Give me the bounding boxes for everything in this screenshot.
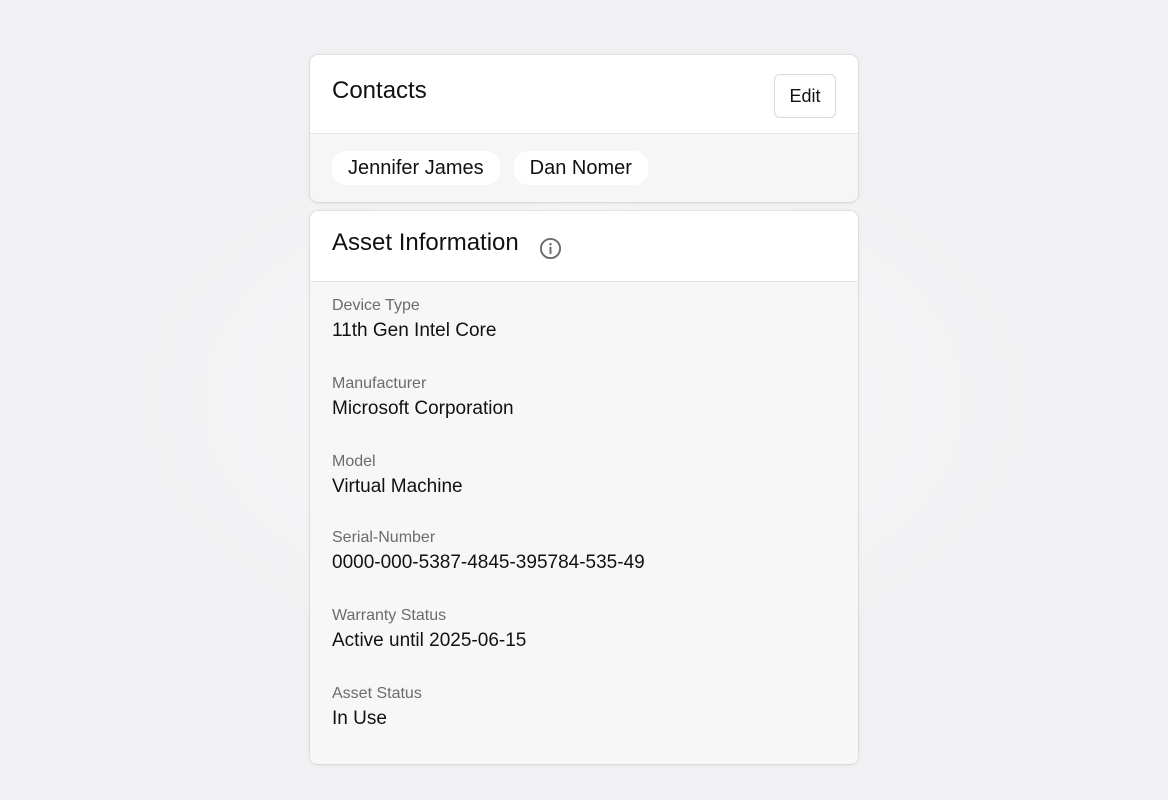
contacts-card: Contacts Edit Jennifer James Dan Nomer bbox=[310, 55, 858, 202]
field-label: Model bbox=[332, 453, 376, 470]
field-manufacturer: Manufacturer Microsoft Corporation bbox=[332, 374, 836, 452]
asset-information-card: Asset Information Device Type 11th Gen I… bbox=[310, 211, 858, 764]
field-asset-status: Asset Status In Use bbox=[332, 684, 836, 760]
field-device-type: Device Type 11th Gen Intel Core bbox=[332, 296, 836, 374]
contact-chip[interactable]: Jennifer James bbox=[332, 151, 500, 185]
edit-button[interactable]: Edit bbox=[774, 74, 836, 118]
field-serial-number: Serial-Number 0000-000-5387-4845-395784-… bbox=[332, 528, 836, 606]
asset-title: Asset Information bbox=[332, 229, 519, 256]
contacts-header: Contacts Edit bbox=[310, 55, 858, 134]
asset-header: Asset Information bbox=[310, 211, 858, 282]
field-label: Serial-Number bbox=[332, 529, 436, 546]
asset-fields: Device Type 11th Gen Intel Core Manufact… bbox=[310, 282, 858, 764]
info-icon[interactable] bbox=[539, 237, 562, 260]
field-model: Model Virtual Machine bbox=[332, 452, 836, 528]
field-value: Microsoft Corporation bbox=[332, 398, 514, 419]
field-value: Active until 2025-06-15 bbox=[332, 630, 527, 651]
field-value: Virtual Machine bbox=[332, 476, 463, 497]
contact-chip[interactable]: Dan Nomer bbox=[513, 151, 648, 185]
field-label: Warranty Status bbox=[332, 607, 447, 624]
field-label: Manufacturer bbox=[332, 375, 427, 392]
field-value: In Use bbox=[332, 708, 387, 729]
contacts-list: Jennifer James Dan Nomer bbox=[310, 134, 858, 202]
contacts-title: Contacts bbox=[332, 77, 427, 104]
field-label: Asset Status bbox=[332, 685, 422, 702]
field-value: 11th Gen Intel Core bbox=[332, 320, 497, 341]
field-label: Device Type bbox=[332, 297, 420, 314]
field-warranty-status: Warranty Status Active until 2025-06-15 bbox=[332, 606, 836, 684]
details-column: Contacts Edit Jennifer James Dan Nomer A… bbox=[310, 55, 858, 764]
field-value: 0000-000-5387-4845-395784-535-49 bbox=[332, 552, 645, 573]
